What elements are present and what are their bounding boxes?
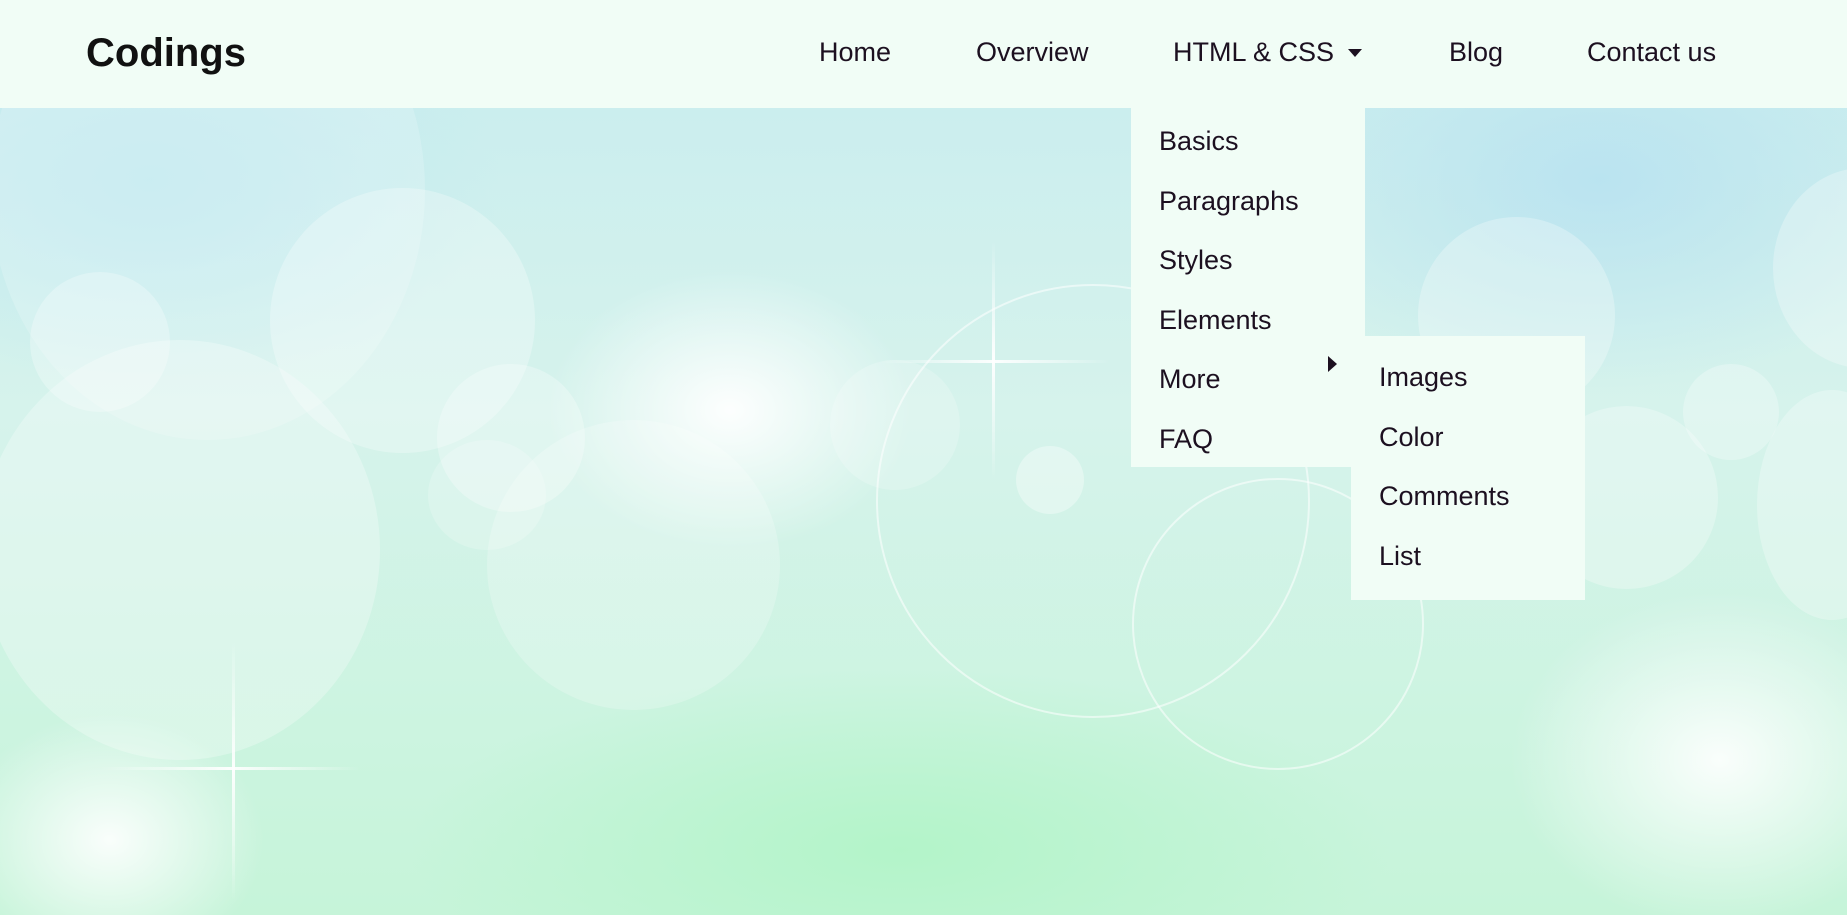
- dropdown-item-styles[interactable]: Styles: [1159, 244, 1233, 276]
- header-bar: Codings Home Overview HTML & CSS Blog Co…: [0, 0, 1847, 108]
- nav-blog[interactable]: Blog: [1449, 36, 1503, 68]
- submenu-item-list[interactable]: List: [1379, 540, 1421, 572]
- bokeh-circle: [1773, 168, 1847, 368]
- nav-overview[interactable]: Overview: [976, 36, 1089, 68]
- sparkle: [100, 767, 360, 770]
- site-logo[interactable]: Codings: [86, 30, 246, 76]
- nav-home[interactable]: Home: [819, 36, 891, 68]
- nav-html-css[interactable]: HTML & CSS: [1173, 36, 1363, 68]
- dropdown-item-elements[interactable]: Elements: [1159, 304, 1272, 336]
- bokeh-circle: [1683, 364, 1779, 460]
- sparkle: [232, 640, 235, 900]
- bokeh-circle: [428, 440, 546, 550]
- dropdown-item-basics[interactable]: Basics: [1159, 125, 1239, 157]
- page: Codings Home Overview HTML & CSS Blog Co…: [0, 0, 1847, 915]
- dropdown-item-paragraphs[interactable]: Paragraphs: [1159, 185, 1299, 217]
- nav-html-css-label: HTML & CSS: [1173, 37, 1335, 67]
- html-css-dropdown-menu: Basics Paragraphs Styles Elements More F…: [1131, 108, 1365, 467]
- submenu-item-images[interactable]: Images: [1379, 361, 1468, 393]
- caret-down-icon: [1348, 48, 1363, 57]
- submenu-item-comments[interactable]: Comments: [1379, 480, 1510, 512]
- caret-right-icon: [1328, 356, 1337, 372]
- bokeh-circle: [30, 272, 170, 412]
- nav-contact-us[interactable]: Contact us: [1587, 36, 1716, 68]
- sparkle: [992, 240, 995, 480]
- dropdown-item-more[interactable]: More: [1159, 363, 1221, 395]
- dropdown-item-faq[interactable]: FAQ: [1159, 423, 1213, 455]
- submenu-item-color[interactable]: Color: [1379, 421, 1444, 453]
- more-submenu: Images Color Comments List: [1351, 336, 1585, 600]
- sparkle: [880, 360, 1110, 363]
